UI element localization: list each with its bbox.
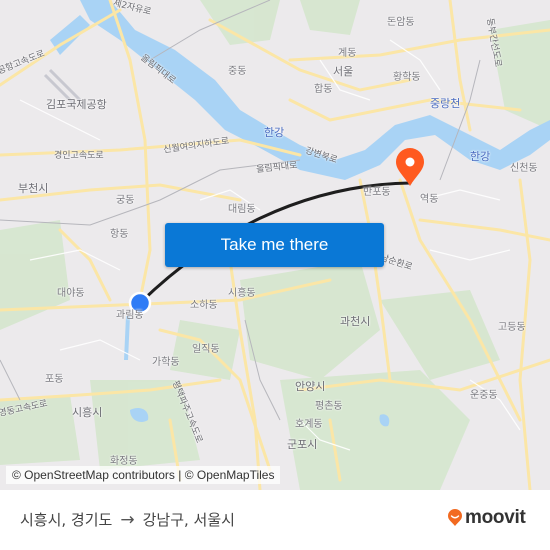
map-label: 중동: [228, 66, 247, 77]
map-label: 반포동: [363, 187, 391, 198]
map-label: 고등동: [498, 322, 526, 333]
map-label: 소하동: [190, 300, 218, 311]
map-label: 황학동: [393, 72, 421, 83]
map-label: 경인고속도로: [54, 151, 104, 161]
brand-name: moovit: [465, 507, 526, 528]
footer: 시흥시, 경기도 → 강남구, 서울시 moovit: [0, 490, 550, 550]
map-label: 김포국제공항: [46, 98, 107, 111]
map-label: 화정동: [110, 456, 138, 467]
map-label: 서울: [333, 65, 354, 78]
map-label: 과림동: [116, 310, 144, 321]
map-label: 역동: [420, 194, 439, 205]
map-label: 합동: [314, 84, 333, 95]
origin-name: 시흥시, 경기도: [20, 511, 113, 529]
map-label: 안양시: [295, 380, 326, 393]
map-label: 평촌동: [315, 401, 343, 412]
map-label: 운중동: [470, 390, 498, 401]
map-label: 포동: [45, 374, 64, 385]
map-label: 궁동: [116, 195, 135, 206]
map-label: 한강: [470, 150, 491, 163]
map-label: 부천시: [18, 182, 49, 195]
map-label: 돈암동: [387, 17, 415, 28]
map-label: 과천시: [340, 315, 371, 328]
destination-name: 강남구, 서울시: [142, 511, 235, 529]
map-view[interactable]: 제2자유로 올림픽대로 공항고속도로 김포국제공항 경인고속도로 신월여의지하도…: [0, 0, 550, 490]
map-attribution[interactable]: © OpenStreetMap contributors | © OpenMap…: [6, 466, 281, 484]
map-label: 계동: [338, 48, 357, 59]
map-label: 대림동: [228, 204, 256, 215]
map-label: 군포시: [287, 438, 318, 451]
map-label: 신천동: [510, 163, 538, 174]
map-label: 한강: [264, 126, 285, 139]
map-label: 일직동: [192, 344, 220, 355]
arrow-right-icon: →: [120, 509, 135, 530]
map-label: 대야동: [57, 288, 85, 299]
take-me-there-button[interactable]: Take me there: [165, 223, 384, 267]
map-label: 중랑천: [430, 97, 461, 110]
moovit-pin-icon: [448, 509, 462, 526]
moovit-logo[interactable]: moovit: [447, 507, 526, 529]
map-label: 가학동: [152, 357, 180, 368]
map-label: 항동: [110, 229, 129, 240]
route-summary: 시흥시, 경기도 → 강남구, 서울시: [20, 509, 235, 530]
map-label: 시흥동: [228, 288, 256, 299]
map-label: 시흥시: [72, 406, 103, 419]
map-label: 호계동: [295, 419, 323, 430]
